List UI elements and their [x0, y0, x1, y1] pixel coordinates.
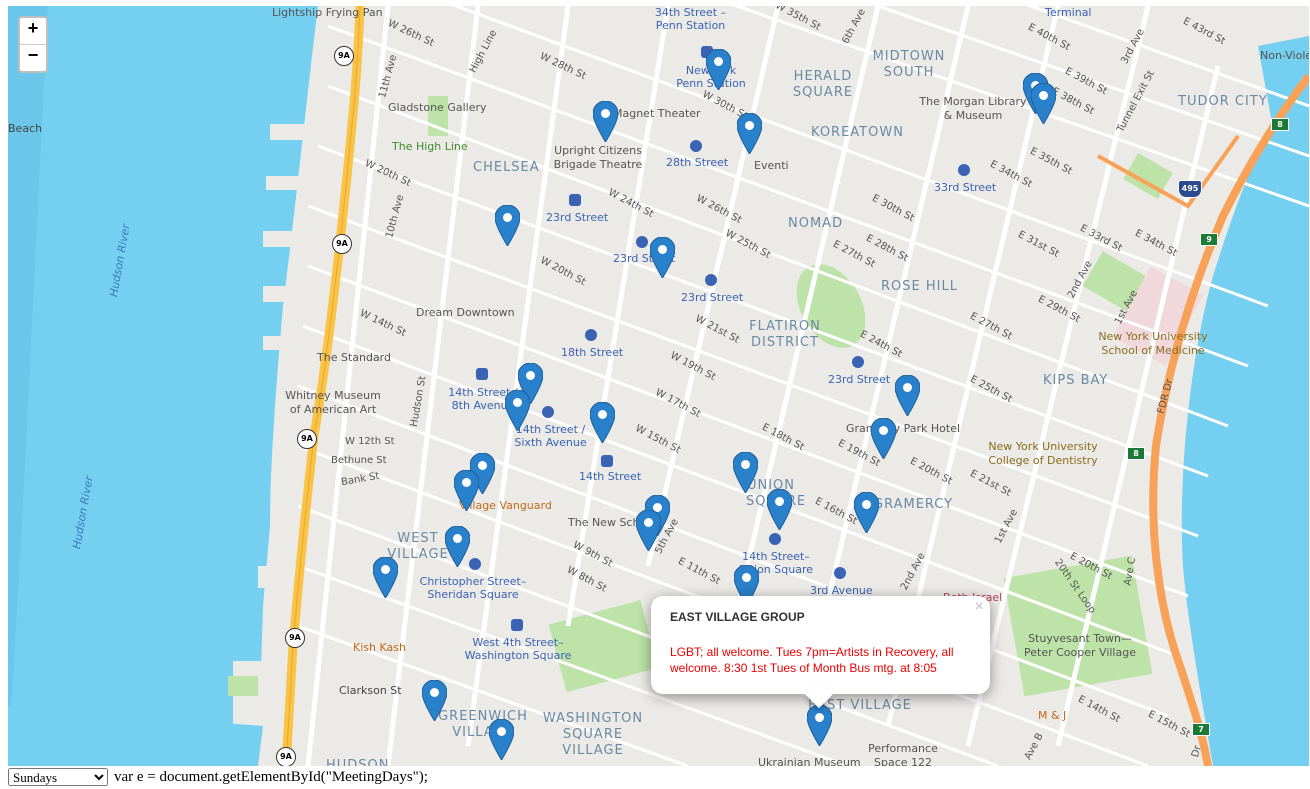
- meeting-marker-icon[interactable]: [372, 556, 399, 599]
- meeting-marker-icon[interactable]: [635, 509, 662, 552]
- popup-description: LGBT; all welcome. Tues 7pm=Artists in R…: [670, 645, 954, 675]
- bottom-controls: Sundays var e = document.getElementById(…: [8, 767, 428, 787]
- stray-script-text: var e = document.getElementById("Meeting…: [114, 768, 428, 785]
- meeting-marker-icon[interactable]: [705, 48, 732, 91]
- meeting-marker-icon[interactable]: [589, 401, 616, 444]
- popup-title: EAST VILLAGE GROUP: [670, 610, 805, 624]
- meeting-marker-icon[interactable]: [870, 417, 897, 460]
- meeting-marker-icon[interactable]: [494, 204, 521, 247]
- zoom-in-button[interactable]: +: [20, 18, 46, 44]
- map-container[interactable]: CHELSEA HERALD SQUARE MIDTOWN SOUTH KORE…: [8, 6, 1309, 766]
- zoom-control: + −: [18, 16, 48, 73]
- meeting-marker-icon[interactable]: [453, 469, 480, 512]
- meeting-marker-icon[interactable]: [504, 389, 531, 432]
- meeting-marker-icon[interactable]: [806, 704, 833, 747]
- meeting-marker-icon[interactable]: [592, 100, 619, 143]
- meeting-popup: × EAST VILLAGE GROUP LGBT; all welcome. …: [651, 596, 990, 709]
- meeting-marker-icon[interactable]: [894, 374, 921, 417]
- meeting-marker-icon[interactable]: [736, 112, 763, 155]
- meeting-marker-icon[interactable]: [444, 525, 471, 568]
- meeting-marker-icon[interactable]: [732, 451, 759, 494]
- meeting-marker-icon[interactable]: [1030, 82, 1057, 125]
- meeting-marker-icon[interactable]: [649, 236, 676, 279]
- meeting-days-select[interactable]: Sundays: [8, 768, 108, 786]
- meeting-marker-icon[interactable]: [488, 718, 515, 761]
- popup-close-button[interactable]: ×: [975, 598, 984, 616]
- meeting-marker-icon[interactable]: [421, 679, 448, 722]
- meeting-marker-icon[interactable]: [853, 491, 880, 534]
- zoom-out-button[interactable]: −: [20, 44, 46, 71]
- meeting-marker-icon[interactable]: [766, 488, 793, 531]
